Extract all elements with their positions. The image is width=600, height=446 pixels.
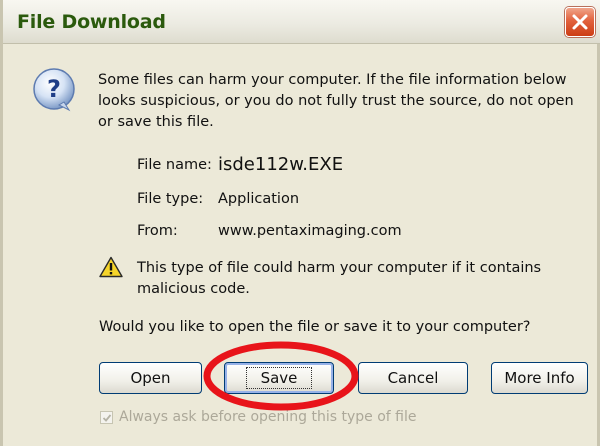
file-type-value: Application [218,191,300,207]
save-button[interactable]: Save [224,362,334,394]
file-name-value: isde112w.EXE [218,154,344,175]
security-message: Some files can harm your computer. If th… [98,72,574,130]
window-title: File Download [17,11,166,33]
warning-message: This type of file could harm your comput… [137,260,542,297]
question-text: Would you like to open the file or save … [99,319,531,335]
close-button[interactable] [565,7,595,37]
open-button-label: Open [130,369,171,387]
more-info-button[interactable]: More Info [491,362,588,394]
always-ask-label: Always ask before opening this type of f… [119,409,417,425]
cancel-button[interactable]: Cancel [358,362,468,394]
cancel-button-label: Cancel [387,369,439,387]
checkmark-icon [102,413,112,422]
close-icon [572,14,588,30]
from-label: From: [137,223,178,239]
always-ask-checkbox [100,410,113,424]
file-name-label: File name: [137,157,212,173]
svg-text:?: ? [47,75,61,103]
file-download-dialog: File Download ? Some files can harm your… [0,0,600,446]
warning-triangle-icon [99,256,123,278]
always-ask-checkbox-row: Always ask before opening this type of f… [100,408,417,426]
question-mark-icon: ? [33,68,75,112]
from-value: www.pentaximaging.com [218,223,402,239]
title-bar[interactable]: File Download [3,0,600,44]
open-button[interactable]: Open [99,362,202,394]
save-button-label: Save [260,369,298,387]
file-type-label: File type: [137,191,204,207]
more-info-button-label: More Info [504,369,575,387]
